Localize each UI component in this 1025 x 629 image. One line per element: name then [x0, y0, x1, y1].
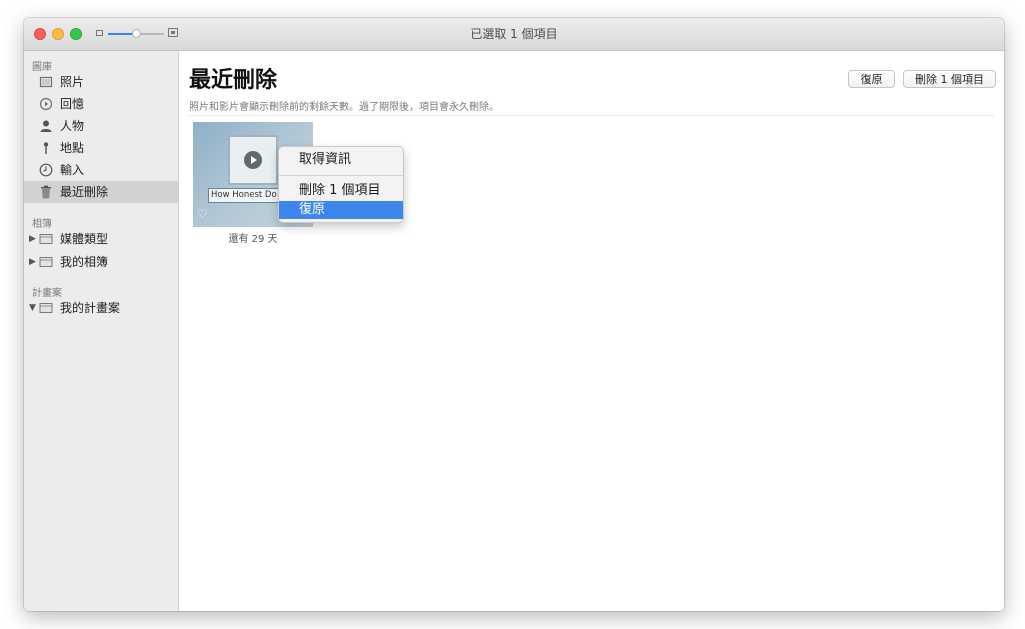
- play-icon: [244, 151, 262, 169]
- sidebar-item-memories[interactable]: 回憶: [24, 93, 178, 115]
- sidebar: 圖庫 照片 回憶 人物 地點 輸入 最近刪除 相簿 ▶ 媒體類型 ▶ 我的相簿 …: [24, 51, 179, 611]
- sidebar-item-photos[interactable]: 照片: [24, 71, 178, 93]
- photos-icon: [39, 76, 53, 88]
- memories-icon: [39, 97, 53, 111]
- header-divider: [189, 115, 994, 116]
- heart-icon[interactable]: ♡: [197, 208, 208, 220]
- menu-item-delete[interactable]: 刪除 1 個項目: [279, 182, 403, 200]
- album-icon: [39, 234, 53, 244]
- sidebar-item-label: 媒體類型: [60, 232, 109, 246]
- sidebar-item-my-projects[interactable]: ▼ 我的計畫案: [24, 297, 178, 319]
- sidebar-item-recently-deleted[interactable]: 最近刪除: [24, 181, 178, 203]
- album-icon: [39, 257, 53, 267]
- places-icon: [43, 142, 49, 154]
- sidebar-item-label: 人物: [60, 119, 85, 133]
- menu-item-get-info[interactable]: 取得資訊: [279, 151, 403, 169]
- trash-icon: [41, 185, 51, 199]
- album-icon: [39, 303, 53, 313]
- sidebar-item-label: 地點: [60, 141, 85, 155]
- menu-item-restore[interactable]: 復原: [279, 201, 403, 219]
- sidebar-item-my-albums[interactable]: ▶ 我的相簿: [24, 251, 178, 273]
- disclosure-triangle-right-icon[interactable]: ▶: [29, 228, 36, 250]
- page-title: 最近刪除: [189, 68, 278, 93]
- disclosure-triangle-right-icon[interactable]: ▶: [29, 251, 36, 273]
- sidebar-item-label: 照片: [60, 75, 85, 89]
- disclosure-triangle-down-icon[interactable]: ▼: [29, 297, 36, 319]
- photos-window: 已選取 1 個項目 圖庫 照片 回憶 人物 地點 輸入 最近刪除 相簿 ▶ 媒體…: [24, 18, 1004, 611]
- sidebar-item-places[interactable]: 地點: [24, 137, 178, 159]
- sidebar-item-label: 輸入: [60, 163, 85, 177]
- title-bar: 已選取 1 個項目: [24, 18, 1004, 51]
- delete-items-button[interactable]: 刪除 1 個項目: [903, 70, 996, 88]
- context-menu: 取得資訊 刪除 1 個項目 復原: [278, 146, 404, 223]
- video-frame: [228, 135, 278, 185]
- restore-button[interactable]: 復原: [848, 70, 895, 88]
- sidebar-item-label: 回憶: [60, 97, 85, 111]
- menu-separator: [279, 175, 403, 176]
- sidebar-item-label: 最近刪除: [60, 185, 109, 199]
- people-icon: [40, 120, 52, 132]
- sidebar-item-label: 我的計畫案: [60, 301, 121, 315]
- window-title: 已選取 1 個項目: [470, 27, 558, 41]
- sidebar-item-imports[interactable]: 輸入: [24, 159, 178, 181]
- main-content: 最近刪除 照片和影片會顯示刪除前的剩餘天數。過了期限後，項目會永久刪除。 復原 …: [179, 51, 1004, 611]
- days-remaining-label: 還有 29 天: [228, 234, 278, 245]
- imports-icon: [39, 163, 53, 177]
- sidebar-item-label: 我的相簿: [60, 255, 109, 269]
- sidebar-item-media-types[interactable]: ▶ 媒體類型: [24, 228, 178, 250]
- page-subtitle: 照片和影片會顯示刪除前的剩餘天數。過了期限後，項目會永久刪除。: [189, 102, 499, 113]
- sidebar-item-people[interactable]: 人物: [24, 115, 178, 137]
